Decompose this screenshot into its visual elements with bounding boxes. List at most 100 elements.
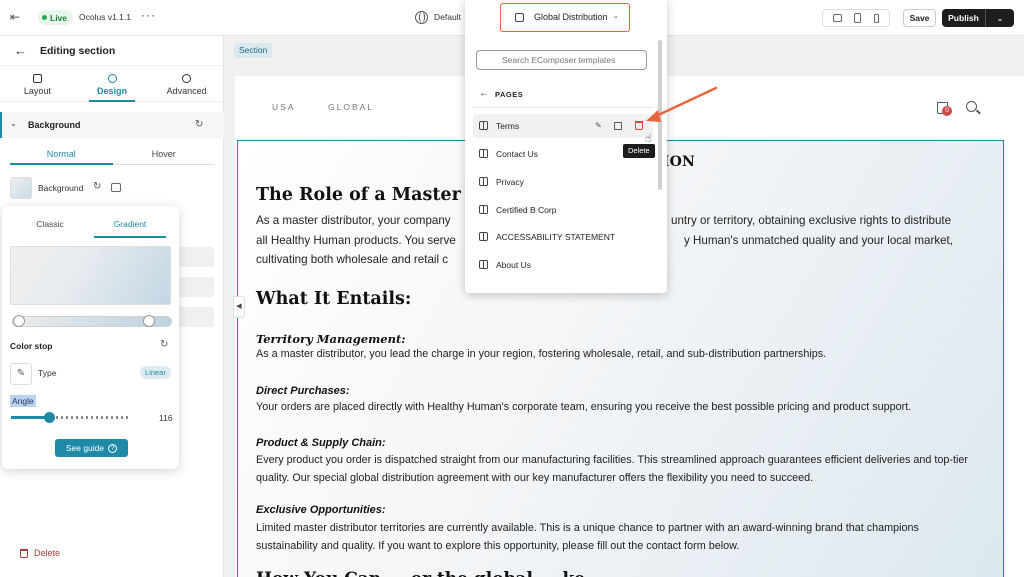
responsive-icon[interactable] xyxy=(111,183,121,192)
chevron-down-icon: ⌄ xyxy=(613,13,619,20)
exit-icon[interactable]: ⇤ xyxy=(10,10,24,24)
template-name: ACCESSABILITY STATEMENT xyxy=(496,232,616,242)
tablet-icon[interactable] xyxy=(854,13,862,23)
block-text: As a master distributor, you lead the ch… xyxy=(256,348,827,360)
publish-button[interactable]: Publish ⌄ xyxy=(942,9,1014,27)
color-stop-label: Color stop xyxy=(10,341,53,351)
back-arrow-icon[interactable]: ← xyxy=(479,88,489,99)
tab-advanced[interactable]: Advanced xyxy=(149,68,224,101)
section-title: Background xyxy=(28,120,81,130)
duplicate-icon[interactable] xyxy=(614,122,622,130)
gradient-preview xyxy=(10,246,171,305)
reset-icon[interactable]: ↻ xyxy=(93,181,101,192)
live-dot-icon xyxy=(42,15,47,20)
help-icon: ? xyxy=(108,443,118,453)
gradient-popover: Classic Gradient Color stop ↻ ✎ Type Lin… xyxy=(2,206,179,469)
state-tabs: Normal Hover xyxy=(10,145,215,165)
nav-global[interactable]: GLOBAL xyxy=(328,102,374,112)
template-name: Privacy xyxy=(496,177,524,187)
edit-icon[interactable]: ✎ xyxy=(595,121,605,131)
reset-icon[interactable]: ↻ xyxy=(160,339,168,350)
background-section-header[interactable]: ⌄ Background ↻ xyxy=(0,112,224,138)
template-selector[interactable]: Global Distribution ⌄ xyxy=(500,3,630,32)
collapse-panel-handle[interactable]: ◀ xyxy=(233,296,245,318)
template-item-certified-b-corp[interactable]: Certified B Corp xyxy=(473,198,653,222)
tab-gradient[interactable]: Gradient xyxy=(90,214,170,238)
tab-hover[interactable]: Hover xyxy=(113,145,216,164)
live-label: Live xyxy=(50,12,68,23)
mobile-icon[interactable] xyxy=(873,13,879,23)
page-icon xyxy=(479,121,488,130)
trash-icon xyxy=(20,548,28,558)
block-title: Product & Supply Chain: xyxy=(256,437,386,449)
page-icon xyxy=(479,232,488,241)
color-stop-handle[interactable] xyxy=(13,315,25,327)
reset-icon[interactable]: ↻ xyxy=(195,119,203,130)
pages-group-label: PAGES xyxy=(495,90,524,99)
hidden-control[interactable] xyxy=(178,277,214,297)
background-label: Background xyxy=(38,183,84,193)
block-title: Territory Management: xyxy=(256,332,406,346)
save-button[interactable]: Save xyxy=(903,9,936,27)
intro-left: cultivating both wholesale and retail c xyxy=(256,253,449,266)
tab-normal[interactable]: Normal xyxy=(10,145,113,165)
editing-header: ← Editing section xyxy=(0,36,224,66)
more-menu-icon[interactable]: ··· xyxy=(141,8,156,22)
template-selector-label: Global Distribution xyxy=(534,12,608,22)
theme-version: Ocolus v1.1.1 xyxy=(79,12,131,22)
tab-label: Advanced xyxy=(166,85,207,96)
tab-label: Design xyxy=(97,85,128,96)
palette-icon xyxy=(107,73,117,83)
live-badge: Live xyxy=(38,10,74,25)
template-name: Terms xyxy=(496,121,520,131)
block-text: Your orders are placed directly with Hea… xyxy=(256,401,912,413)
type-select[interactable]: Linear xyxy=(140,366,171,379)
block-title: Direct Purchases: xyxy=(256,385,350,397)
pencil-icon[interactable]: ✎ xyxy=(10,363,32,385)
color-stop-handle[interactable] xyxy=(143,315,155,327)
page-icon xyxy=(479,149,488,158)
search-icon[interactable] xyxy=(966,101,977,112)
template-item-about-us[interactable]: About Us xyxy=(473,253,653,277)
intro-left: As a master distributor, your company xyxy=(256,214,451,227)
tab-label: Layout xyxy=(23,85,51,96)
gradient-stops-slider[interactable] xyxy=(12,315,172,327)
template-name: Certified B Corp xyxy=(496,205,557,215)
tab-layout[interactable]: Layout xyxy=(0,68,75,101)
angle-value[interactable]: 116 xyxy=(159,413,173,423)
chevron-down-icon: ⌄ xyxy=(10,119,17,128)
section-tag[interactable]: Section xyxy=(234,43,273,58)
bottom-heading: How You Can ... or the global ... ke xyxy=(256,569,585,577)
intro-right: untry or territory, obtaining exclusive … xyxy=(671,214,952,227)
annotation-arrow-icon xyxy=(646,86,718,122)
tab-classic[interactable]: Classic xyxy=(10,214,90,238)
angle-slider-handle[interactable] xyxy=(44,412,56,423)
desktop-icon[interactable] xyxy=(833,14,843,22)
see-guide-button[interactable]: See guide? xyxy=(55,439,128,457)
template-item-terms[interactable]: Terms ✎ xyxy=(473,114,653,138)
delete-section-button[interactable]: Delete xyxy=(20,548,60,558)
document-icon xyxy=(515,13,524,22)
delete-tooltip: Delete xyxy=(623,144,655,158)
language-select[interactable]: Default xyxy=(434,12,461,22)
type-label: Type xyxy=(38,368,57,378)
globe-icon[interactable] xyxy=(415,11,428,24)
gear-icon xyxy=(182,73,192,83)
template-item-privacy[interactable]: Privacy xyxy=(473,170,653,194)
back-arrow-icon[interactable]: ← xyxy=(14,43,27,58)
hidden-control[interactable] xyxy=(178,247,214,267)
page-icon xyxy=(479,177,488,186)
template-item-accessability[interactable]: ACCESSABILITY STATEMENT xyxy=(473,225,653,249)
publish-label[interactable]: Publish xyxy=(942,9,986,27)
background-swatch[interactable] xyxy=(10,177,32,199)
block-text: Limited master distributor territories a… xyxy=(256,522,919,552)
angle-label: Angle xyxy=(10,395,36,407)
tab-design[interactable]: Design xyxy=(75,68,150,102)
intro-left: all Healthy Human products. You serve xyxy=(256,233,456,247)
publish-options-chevron-icon[interactable]: ⌄ xyxy=(986,9,1014,27)
nav-usa[interactable]: USA xyxy=(272,102,295,112)
main-tabs: Layout Design Advanced xyxy=(0,68,224,102)
hidden-control[interactable] xyxy=(178,307,214,327)
template-search-input[interactable] xyxy=(476,50,647,70)
guide-label: See guide xyxy=(65,443,105,453)
